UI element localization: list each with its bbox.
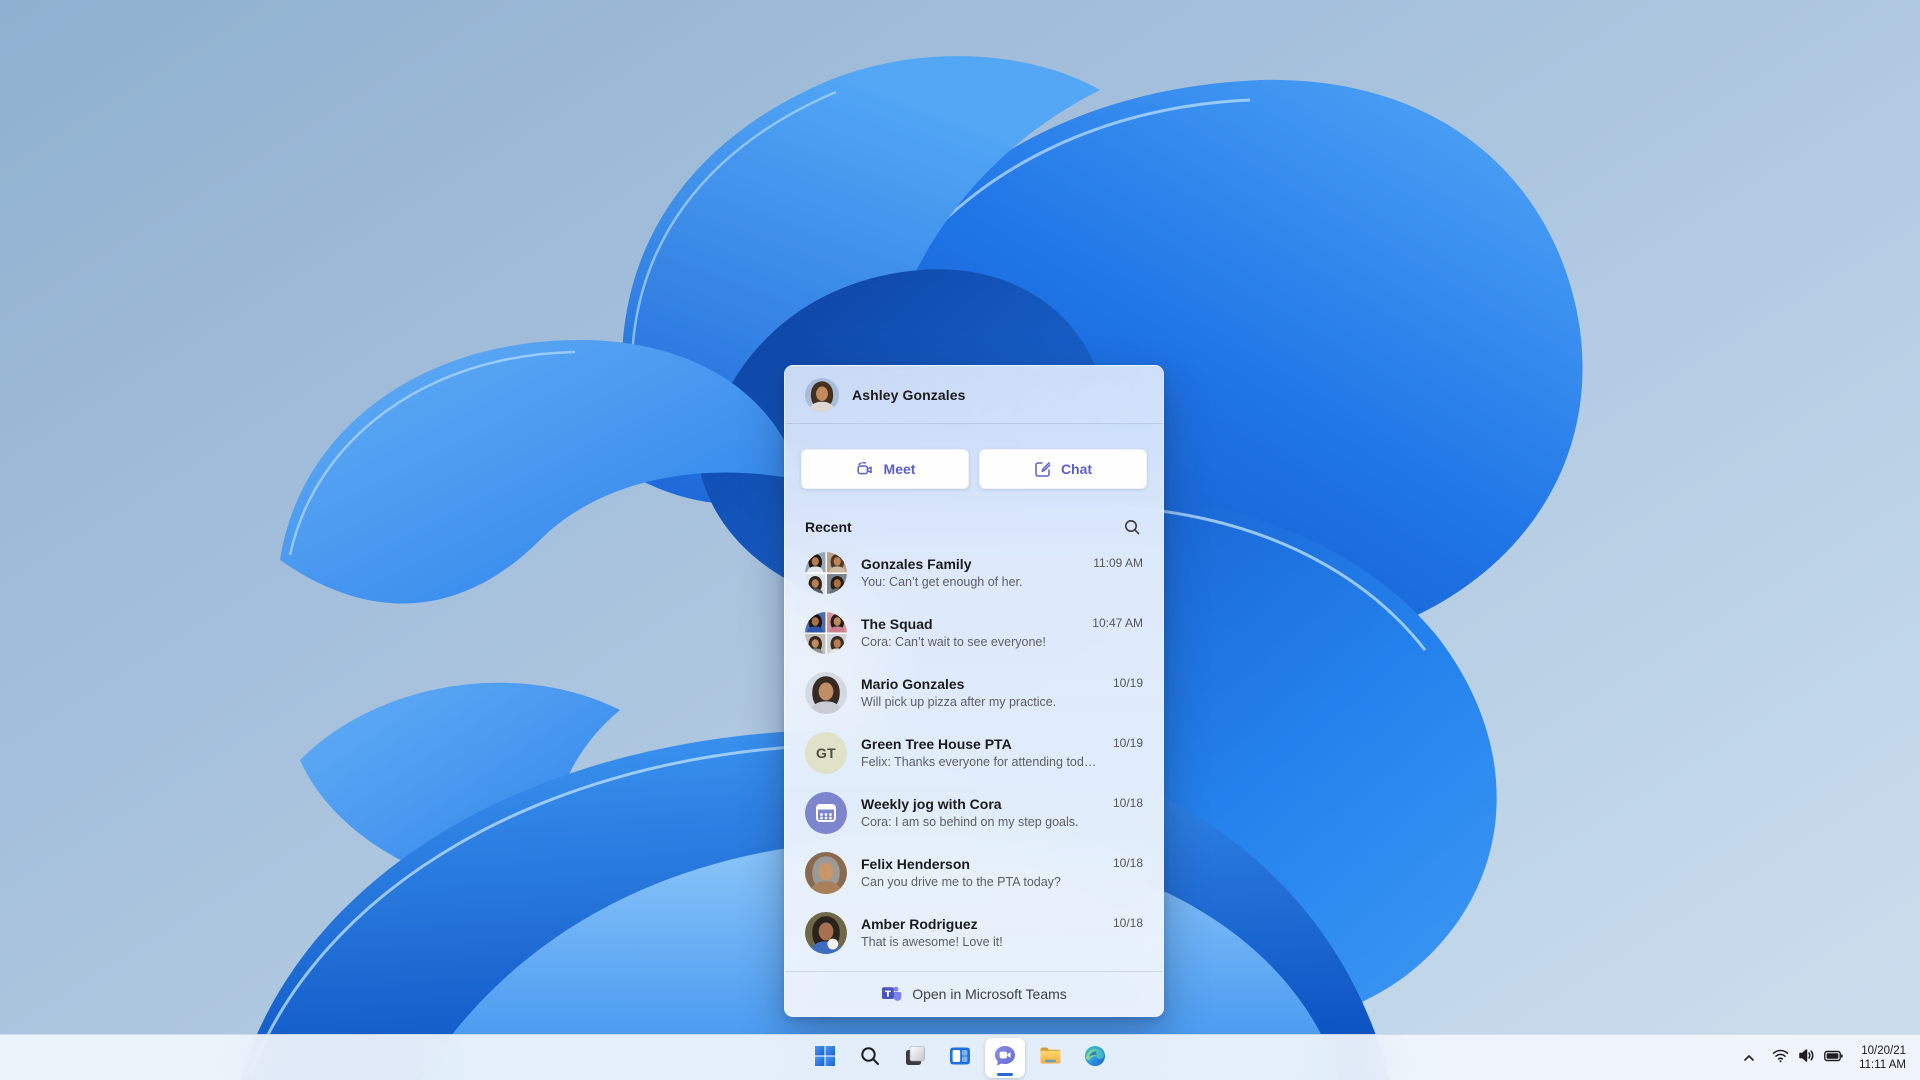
chat-avatar — [805, 852, 847, 894]
chat-avatar — [805, 672, 847, 714]
chat-preview: Can you drive me to the PTA today? — [861, 875, 1061, 889]
chat-avatar: GT — [805, 732, 847, 774]
tray-status-icons[interactable] — [1766, 1041, 1849, 1075]
chat-button[interactable]: Chat — [979, 449, 1147, 489]
chat-list-item[interactable]: Felix Henderson Can you drive me to the … — [785, 843, 1163, 903]
teams-chat-button[interactable] — [985, 1038, 1025, 1078]
chat-list-item[interactable]: Gonzales Family You: Can’t get enough of… — [785, 543, 1163, 603]
chat-preview: Cora: I am so behind on my step goals. — [861, 815, 1079, 829]
desktop[interactable]: Ashley Gonzales Meet Chat Recent Gonzale… — [0, 0, 1920, 1080]
chat-preview: Felix: Thanks everyone for attending tod… — [861, 755, 1099, 769]
chat-preview: That is awesome! Love it! — [861, 935, 1003, 949]
chat-list-item[interactable]: GT Green Tree House PTA Felix: Thanks ev… — [785, 723, 1163, 783]
chat-name: Mario Gonzales — [861, 676, 965, 692]
meet-button[interactable]: Meet — [801, 449, 969, 489]
chat-name: Amber Rodriguez — [861, 916, 978, 932]
battery-icon — [1824, 1049, 1843, 1067]
search-icon[interactable] — [1121, 516, 1143, 538]
compose-icon — [1034, 460, 1052, 478]
chat-list-item[interactable]: The Squad Cora: Can’t wait to see everyo… — [785, 603, 1163, 663]
chat-name: Gonzales Family — [861, 556, 972, 572]
chat-timestamp: 10/19 — [1112, 736, 1143, 750]
task-view-icon — [903, 1044, 927, 1073]
wifi-icon — [1772, 1048, 1789, 1068]
widgets-button[interactable] — [940, 1038, 980, 1078]
file-explorer-button[interactable] — [1030, 1038, 1070, 1078]
chat-avatar — [805, 552, 847, 594]
search-button[interactable] — [850, 1038, 890, 1078]
edge-button[interactable] — [1075, 1038, 1115, 1078]
chat-avatar — [805, 912, 847, 954]
chat-timestamp: 10:47 AM — [1092, 616, 1143, 630]
chat-preview: Will pick up pizza after my practice. — [861, 695, 1057, 709]
chat-list-item[interactable]: Amber Rodriguez That is awesome! Love it… — [785, 903, 1163, 963]
open-in-teams-button[interactable]: Open in Microsoft Teams — [785, 971, 1163, 1016]
teams-chat-icon — [992, 1043, 1018, 1074]
widgets-icon — [948, 1044, 972, 1073]
active-app-indicator — [997, 1073, 1013, 1076]
tray-chevron-up-icon[interactable] — [1736, 1041, 1762, 1075]
quick-actions: Meet Chat — [801, 449, 1147, 489]
recent-header: Recent — [805, 516, 1143, 538]
chat-timestamp: 10/19 — [1112, 676, 1143, 690]
chat-list-item[interactable]: Mario Gonzales Will pick up pizza after … — [785, 663, 1163, 723]
chat-name: Felix Henderson — [861, 856, 970, 872]
taskbar-clock[interactable]: 10/20/21 11:11 AM — [1853, 1044, 1912, 1072]
chat-name: The Squad — [861, 616, 933, 632]
user-avatar — [805, 377, 839, 412]
chat-avatar — [805, 612, 847, 654]
teams-chat-flyout: Ashley Gonzales Meet Chat Recent Gonzale… — [784, 365, 1164, 1017]
user-name: Ashley Gonzales — [852, 386, 966, 403]
chat-button-label: Chat — [1060, 461, 1093, 477]
volume-icon — [1798, 1048, 1815, 1068]
chat-avatar — [805, 792, 847, 834]
chat-name: Weekly jog with Cora — [861, 796, 1002, 812]
open-in-teams-label: Open in Microsoft Teams — [912, 986, 1067, 1002]
folder-icon — [1038, 1043, 1063, 1073]
search-icon — [859, 1045, 881, 1072]
chat-list-item[interactable]: Weekly jog with Cora Cora: I am so behin… — [785, 783, 1163, 843]
chat-timestamp: 10/18 — [1112, 856, 1143, 870]
video-camera-icon — [855, 459, 875, 479]
flyout-header: Ashley Gonzales — [785, 366, 1163, 424]
windows-logo-icon — [813, 1044, 837, 1073]
taskbar-center-buttons — [805, 1038, 1115, 1078]
start-button[interactable] — [805, 1038, 845, 1078]
recent-title: Recent — [805, 519, 852, 535]
teams-logo-icon — [881, 983, 902, 1006]
recent-list: Gonzales Family You: Can’t get enough of… — [785, 543, 1163, 963]
taskbar-date: 10/20/21 — [1861, 1045, 1906, 1057]
system-tray: 10/20/21 11:11 AM — [1736, 1035, 1912, 1080]
chat-preview: Cora: Can’t wait to see everyone! — [861, 635, 1046, 649]
chat-name: Green Tree House PTA — [861, 736, 1012, 752]
taskbar: 10/20/21 11:11 AM — [0, 1034, 1920, 1080]
chat-timestamp: 10/18 — [1112, 796, 1143, 810]
chat-preview: You: Can’t get enough of her. — [861, 575, 1023, 589]
meet-button-label: Meet — [883, 461, 916, 477]
edge-icon — [1083, 1044, 1107, 1073]
task-view-button[interactable] — [895, 1038, 935, 1078]
chat-timestamp: 11:09 AM — [1093, 556, 1143, 570]
taskbar-time: 11:11 AM — [1859, 1059, 1906, 1071]
chat-timestamp: 10/18 — [1112, 916, 1143, 930]
